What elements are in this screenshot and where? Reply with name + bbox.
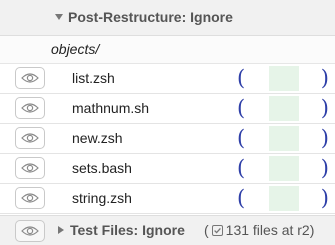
revision-cell-highlight <box>269 66 299 91</box>
range-bracket-right: ) <box>320 156 329 180</box>
file-review-panel: Post-Restructure: Ignore objects/ list.z… <box>0 0 335 245</box>
range-bracket-left: ( <box>237 156 246 180</box>
section-title: Post-Restructure: Ignore <box>68 9 233 25</box>
range-bracket-left: ( <box>237 126 246 150</box>
file-row[interactable]: string.zsh () <box>0 184 335 214</box>
eye-toggle-button[interactable] <box>15 97 45 119</box>
section-header[interactable]: Post-Restructure: Ignore <box>0 0 335 36</box>
range-bracket-left: ( <box>237 96 246 120</box>
folder-row: objects/ <box>0 36 335 64</box>
file-count-text: 131 files at r2) <box>225 222 315 238</box>
eye-icon <box>21 163 39 173</box>
range-bracket-left: ( <box>237 66 246 90</box>
file-count-info: ( 131 files at r2) <box>204 222 314 238</box>
file-row[interactable]: mathnum.sh () <box>0 94 335 124</box>
file-name-link[interactable]: list.zsh <box>72 70 115 86</box>
revision-range-cell[interactable]: () <box>237 186 329 211</box>
revision-range-cell[interactable]: () <box>237 156 329 181</box>
file-row[interactable]: list.zsh () <box>0 64 335 94</box>
folder-name: objects/ <box>51 41 100 57</box>
checkbox-checked-icon <box>211 225 223 236</box>
range-bracket-right: ) <box>320 96 329 120</box>
revision-cell-highlight <box>269 186 299 211</box>
range-bracket-right: ) <box>320 186 329 210</box>
collapsed-section-row[interactable]: Test Files: Ignore ( 131 files at r2) <box>0 215 335 245</box>
revision-cell-highlight <box>269 96 299 121</box>
file-name-link[interactable]: sets.bash <box>72 160 132 176</box>
revision-range-cell[interactable]: () <box>237 126 329 151</box>
eye-toggle-button[interactable] <box>15 157 45 179</box>
eye-icon <box>21 133 39 143</box>
eye-toggle-button[interactable] <box>15 187 45 209</box>
info-paren: ( <box>204 222 209 238</box>
triangle-right-icon[interactable] <box>58 226 64 234</box>
revision-range-cell[interactable]: () <box>237 66 329 91</box>
range-bracket-right: ) <box>320 126 329 150</box>
file-row[interactable]: new.zsh () <box>0 124 335 154</box>
file-name-link[interactable]: new.zsh <box>72 130 123 146</box>
eye-toggle-button[interactable] <box>15 67 45 89</box>
triangle-down-icon[interactable] <box>55 14 63 20</box>
file-name-link[interactable]: string.zsh <box>72 190 132 206</box>
revision-cell-highlight <box>269 156 299 181</box>
range-bracket-right: ) <box>320 66 329 90</box>
revision-cell-highlight <box>269 126 299 151</box>
eye-icon <box>21 193 39 203</box>
eye-icon <box>21 226 39 236</box>
eye-toggle-button[interactable] <box>15 127 45 149</box>
file-name-link[interactable]: mathnum.sh <box>72 100 149 116</box>
eye-toggle-button[interactable] <box>15 220 45 242</box>
revision-range-cell[interactable]: () <box>237 96 329 121</box>
eye-icon <box>21 103 39 113</box>
file-row[interactable]: sets.bash () <box>0 154 335 184</box>
range-bracket-left: ( <box>237 186 246 210</box>
collapsed-section-title: Test Files: Ignore <box>70 222 185 238</box>
eye-icon <box>21 73 39 83</box>
